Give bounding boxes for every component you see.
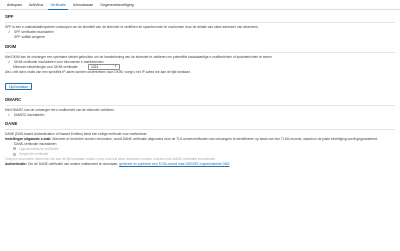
checkmark-icon[interactable]: ✓ xyxy=(7,113,11,117)
tab-bar: Antispam AntiVirus Verificatie Inhoudssc… xyxy=(0,0,400,10)
dkim-section: Met DKIM kan de ontvanger een openbare s… xyxy=(5,51,395,93)
dane-mandatory-label: Verplichte verificatie xyxy=(19,152,49,157)
dane-authentication: Authenticatie: Om de DANE-verificatie va… xyxy=(5,162,395,166)
tab-content-scan[interactable]: Inhoudsscan xyxy=(71,2,95,9)
chevron-down-icon: ▼ xyxy=(114,65,117,69)
dane-outgoing-description: Wanneer er berichten worden verzonden, w… xyxy=(52,136,378,141)
dmarc-enable-label: DMARC inschakelen xyxy=(14,112,45,117)
dane-auth-description: Om de DANE-verificatie van andere mailse… xyxy=(27,162,119,167)
dane-tlsa-link[interactable]: genereer en publiceer een TLSA-record na… xyxy=(119,162,229,166)
dane-section: DANE (DNS-based Authentication of Named … xyxy=(5,129,395,166)
spf-section-title: SPF xyxy=(5,14,14,19)
dkim-allowlist-button[interactable]: Lijst toestaan xyxy=(5,83,32,91)
spf-section: SPF is een e-mailvalidatiesysteem ontwor… xyxy=(5,22,395,40)
dkim-enable-label: DKIM-verificatie inschakelen voor inkome… xyxy=(14,59,104,64)
dkim-allowlist-note: Als u wilt dat e-mails van een specifiek… xyxy=(5,70,191,75)
dane-opportunistic-label: Opportunistische verificatie xyxy=(19,146,59,151)
tab-verification[interactable]: Verificatie xyxy=(48,2,68,10)
spf-softfail-label: SPF softfail weigeren xyxy=(14,35,46,40)
checkmark-icon[interactable]: ✓ xyxy=(7,30,11,34)
dmarc-section-title: DMARC xyxy=(5,96,22,102)
dkim-section-title: DKIM xyxy=(5,43,17,49)
dane-enable-label: DANE-verificatie inschakelen xyxy=(14,141,57,146)
tab-antivirus[interactable]: AntiVirus xyxy=(27,2,45,9)
dkim-min-key-label: Minimum sleutellengte voor DKIM-verifica… xyxy=(13,65,79,70)
dkim-min-key-value: 1024 xyxy=(91,65,99,70)
tab-antispam[interactable]: Antispam xyxy=(5,2,24,9)
dmarc-section: Met DMARC kan de ontvanger het e-mailber… xyxy=(5,104,395,118)
spf-enable-label: SPF-verificatie inschakelen xyxy=(14,30,54,34)
dmarc-enable-option[interactable]: ✓ DMARC inschakelen xyxy=(7,112,395,117)
checkmark-icon[interactable]: ✓ xyxy=(7,60,11,64)
spf-softfail-option[interactable]: SPF softfail weigeren xyxy=(7,35,395,40)
tab-data-protection[interactable]: Gegevensbeveiliging xyxy=(98,2,135,9)
settings-content: SPF SPF is een e-mailvalidatiesysteem on… xyxy=(0,14,400,167)
dane-outgoing-heading: Instellingen uitgaande e-mail: xyxy=(5,136,52,141)
dane-outgoing-settings: Instellingen uitgaande e-mail: Wanneer e… xyxy=(5,137,395,141)
dane-section-title: DANE xyxy=(5,121,18,127)
dane-auth-heading: Authenticatie: xyxy=(5,162,27,167)
mail-security-settings-page: Antispam AntiVirus Verificatie Inhoudssc… xyxy=(0,0,400,251)
dane-auth-end: . xyxy=(229,162,231,167)
radio-selected-icon[interactable] xyxy=(13,147,16,151)
radio-unselected-icon[interactable] xyxy=(13,152,16,156)
